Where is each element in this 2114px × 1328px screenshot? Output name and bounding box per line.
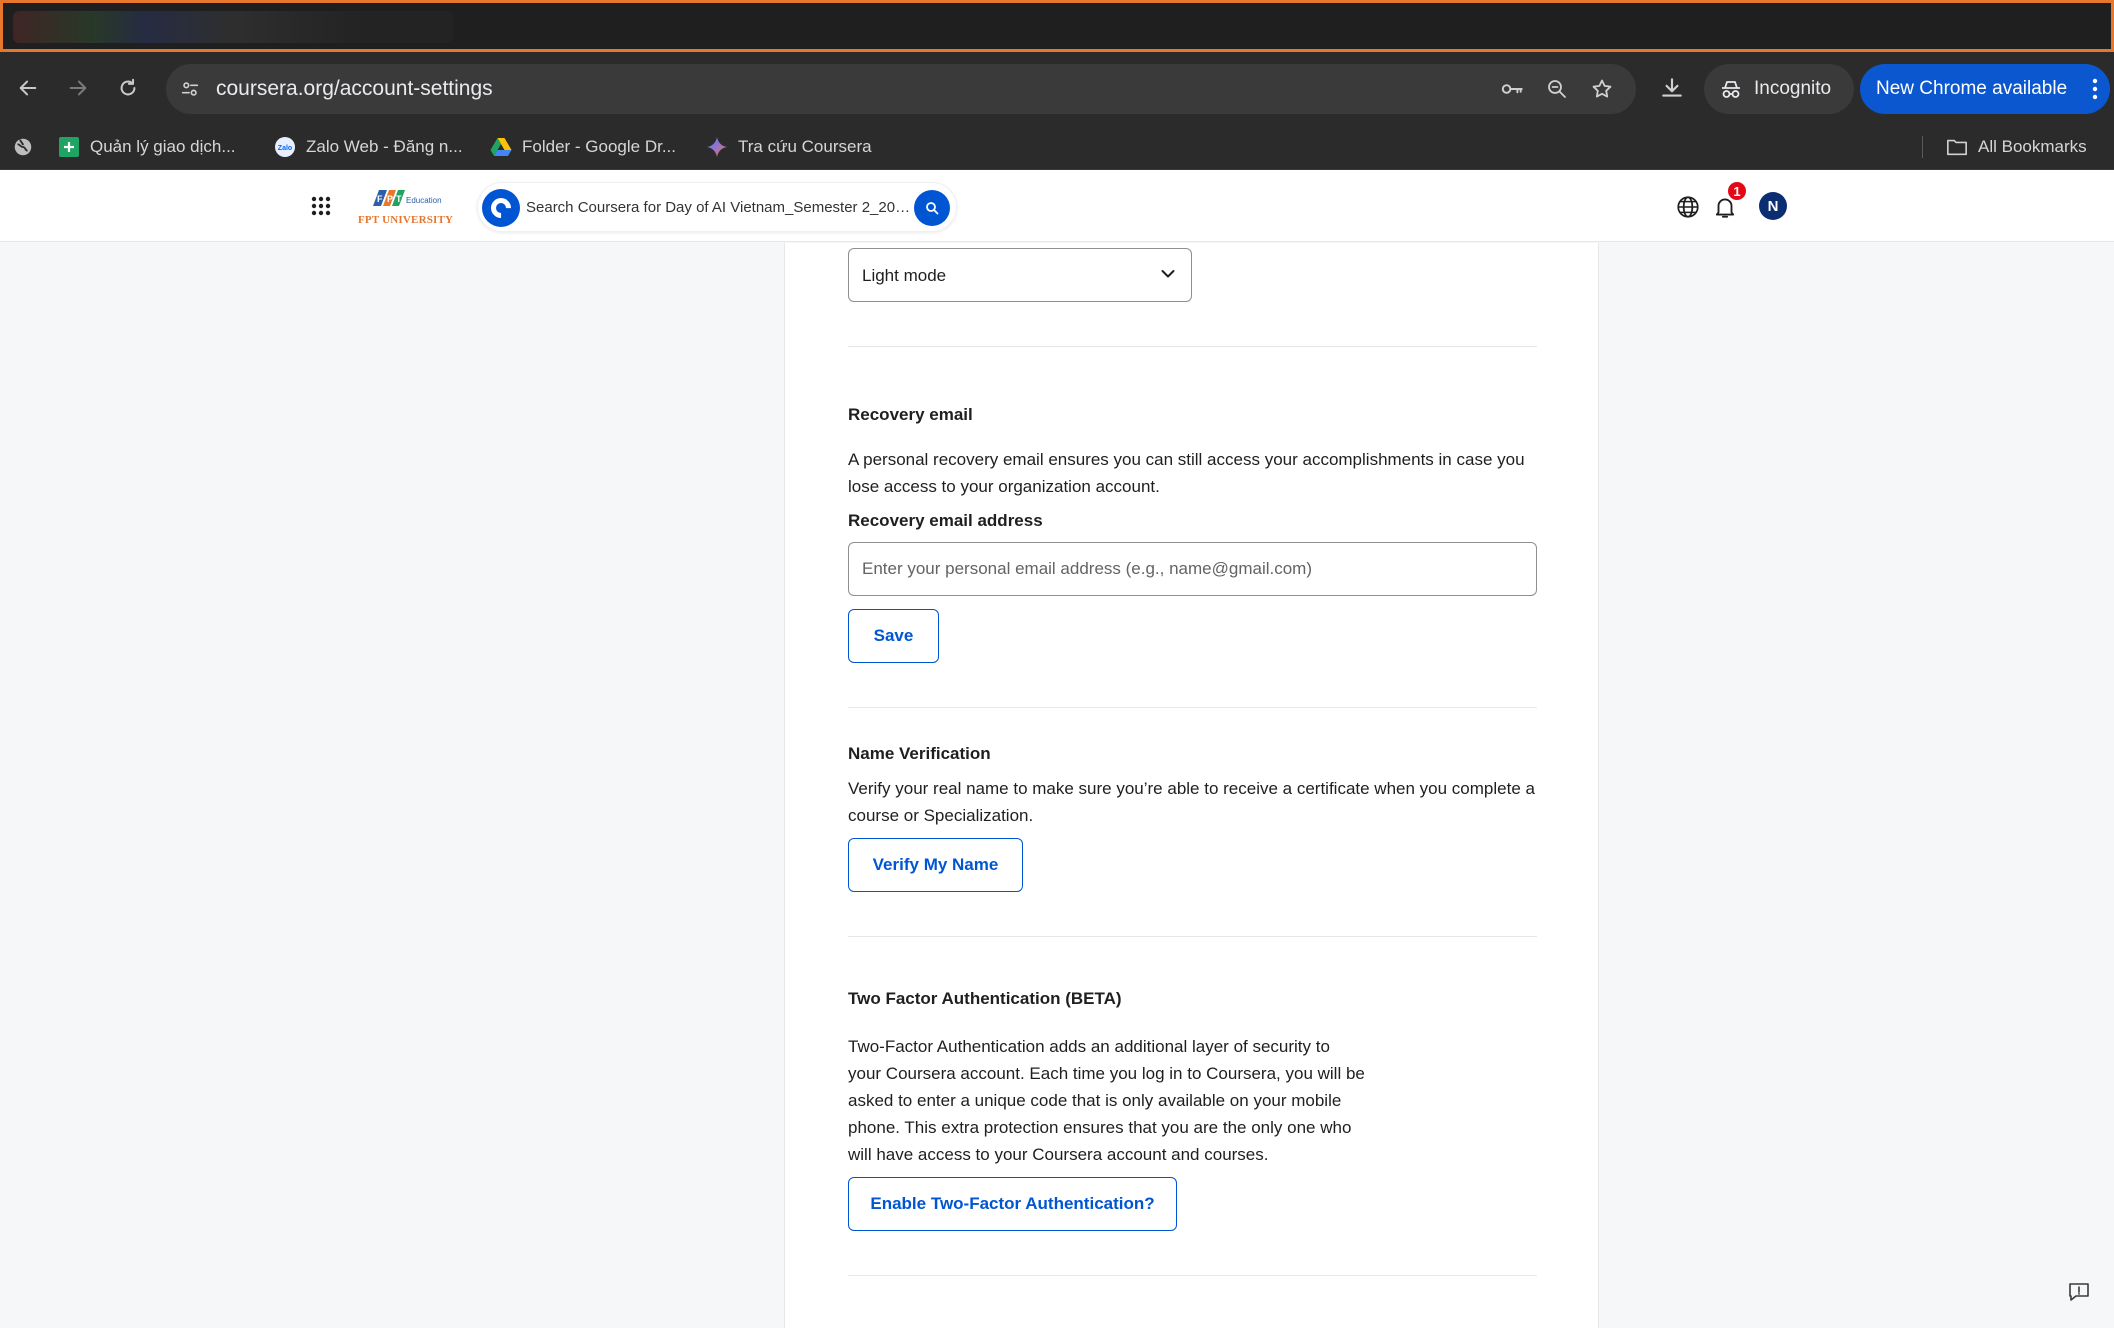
search-input[interactable]: Search Coursera for Day of AI Vietnam_Se… [526,199,916,216]
svg-text:F: F [377,194,383,204]
bookmarks-bar: Quản lý giao dịch... Zalo Zalo Web - Đăn… [0,124,2114,170]
reload-icon [120,78,136,96]
theme-selected-value: Light mode [862,266,947,285]
notification-badge: 1 [1726,180,1748,202]
description-line: A personal recovery email ensures you ca… [848,450,1525,469]
recovery-email-heading: Recovery email [848,405,973,424]
apps-grid-icon[interactable] [311,196,331,216]
save-button[interactable]: Save [848,609,939,663]
chevron-down-icon [1161,270,1175,278]
new-chrome-button[interactable]: New Chrome available [1860,64,2110,114]
bookmark-tra-cuu[interactable]: Tra cứu Coursera [706,134,872,160]
bookmark-label: Zalo Web - Đăng n... [306,137,463,156]
description-line: Verify your real name to make sure you’r… [848,779,1535,798]
all-bookmarks-button[interactable]: All Bookmarks [1946,134,2087,160]
bookmark-label: Quản lý giao dịch... [90,137,236,156]
coursera-logo-icon[interactable] [482,189,520,227]
incognito-icon [1722,81,1740,98]
search-icon [926,202,939,215]
recovery-email-label: Recovery email address [848,511,1043,530]
description-line: course or Specialization. [848,806,1034,825]
search-bar[interactable]: Search Coursera for Day of AI Vietnam_Se… [477,182,957,232]
blurred-tab-strip [13,11,453,43]
site-info-icon[interactable] [176,75,204,103]
bookmark-label: Tra cứu Coursera [738,137,872,156]
sheets-icon [58,136,80,158]
bookmark-label: Folder - Google Dr... [522,137,677,156]
apps-globe-bookmark[interactable] [12,134,44,160]
svg-text:T: T [396,194,402,204]
gemini-sparkle-icon [706,136,728,158]
arrow-right-icon [69,80,87,96]
description-line: asked to enter a unique code that is onl… [848,1091,1342,1110]
recovery-email-field[interactable] [848,542,1537,596]
downloads-button[interactable] [1654,70,1690,106]
reload-button[interactable] [110,70,146,106]
recovery-email-input[interactable] [862,555,1522,583]
two-factor-description: Two-Factor Authentication adds an additi… [848,1033,1365,1168]
two-factor-heading: Two Factor Authentication (BETA) [848,989,1122,1008]
bookmarks-separator [1922,136,1923,158]
fpt-university-logo[interactable]: F P T Education FPT UNIVERSITY [356,188,454,228]
language-globe-icon[interactable] [1675,194,1701,220]
description-line: your Coursera account. Each time you log… [848,1064,1365,1083]
bookmark-sheets[interactable]: Quản lý giao dịch... [58,134,236,160]
section-divider [848,936,1537,937]
folder-icon [1946,136,1968,158]
fpt-logo-mark-icon: F P T [373,190,405,206]
svg-text:Zalo: Zalo [278,145,292,152]
incognito-indicator[interactable]: Incognito [1704,64,1854,114]
section-divider [848,1275,1537,1276]
forward-button[interactable] [60,70,96,106]
feedback-icon[interactable] [2068,1282,2090,1302]
description-line: lose access to your organization account… [848,477,1160,496]
new-chrome-label: New Chrome available [1876,78,2068,99]
user-avatar[interactable]: N [1759,192,1787,220]
theme-select[interactable]: Light mode [848,248,1192,302]
bookmark-zalo[interactable]: Zalo Zalo Web - Đăng n... [274,134,463,160]
window-titlebar [0,0,2114,52]
account-settings-card: Light mode Recovery email A personal rec… [784,243,1599,1328]
address-bar[interactable]: coursera.org/account-settings [166,64,1636,114]
recovery-email-description: A personal recovery email ensures you ca… [848,446,1525,500]
bookmark-star-icon[interactable] [1588,75,1616,103]
more-vert-icon[interactable] [2090,78,2100,100]
enable-two-factor-button[interactable]: Enable Two-Factor Authentication? [848,1177,1177,1231]
search-button[interactable] [914,190,950,226]
browser-toolbar: coursera.org/account-settings Incognito … [0,52,2114,124]
svg-text:P: P [387,194,393,204]
section-divider [848,707,1537,708]
description-line: will have access to your Coursera accoun… [848,1145,1269,1164]
description-line: phone. This extra protection ensures tha… [848,1118,1352,1137]
section-divider [848,346,1537,347]
download-icon [1662,78,1682,97]
globe-bookmark-icon [12,136,34,158]
all-bookmarks-label: All Bookmarks [1978,137,2087,156]
zalo-icon: Zalo [274,136,296,158]
verify-my-name-button[interactable]: Verify My Name [848,838,1023,892]
zoom-icon[interactable] [1543,75,1571,103]
url-text[interactable]: coursera.org/account-settings [216,77,493,101]
bookmark-google-drive[interactable]: Folder - Google Dr... [490,134,676,160]
arrow-left-icon [19,80,37,96]
name-verification-heading: Name Verification [848,744,991,763]
name-verification-description: Verify your real name to make sure you’r… [848,775,1535,829]
incognito-label: Incognito [1754,78,1832,99]
logo-education-text: Education [406,196,442,205]
logo-university-text: FPT UNIVERSITY [358,214,454,226]
password-key-icon[interactable] [1498,75,1526,103]
google-drive-icon [490,136,512,158]
back-button[interactable] [10,70,46,106]
description-line: Two-Factor Authentication adds an additi… [848,1037,1330,1056]
coursera-header: F P T Education FPT UNIVERSITY Search Co… [0,170,2114,242]
